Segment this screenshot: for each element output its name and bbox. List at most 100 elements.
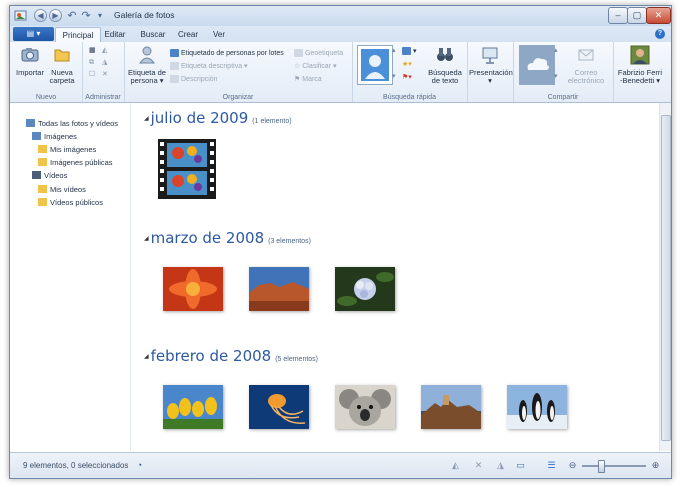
date-filter-button[interactable]: ▾: [402, 47, 417, 57]
select-all-icon[interactable]: ▦: [89, 46, 96, 56]
people-tag-label-2: persona ▾: [130, 76, 164, 85]
slideshow-icon: [482, 47, 498, 64]
folder-icon: [38, 145, 47, 153]
nav-item-public-images[interactable]: Imágenes públicas: [38, 157, 113, 168]
rate-button[interactable]: ☆ Clasificar ▾: [294, 62, 336, 72]
email-button[interactable]: Correo electrónico: [563, 45, 609, 85]
rating-filter-button[interactable]: ★▾: [402, 60, 412, 70]
thumbnail-photo[interactable]: [335, 267, 395, 311]
tab-principal[interactable]: Principal: [55, 27, 101, 43]
user-account-button[interactable]: Fabrizio Ferri -Benedetti ▾: [613, 45, 667, 85]
group-count: (5 elementos): [275, 356, 318, 363]
tab-ver[interactable]: Ver: [209, 27, 229, 42]
collapse-icon[interactable]: ◢: [144, 236, 149, 242]
people-tag-button[interactable]: Etiqueta de persona ▾: [127, 45, 167, 85]
nav-item-my-images[interactable]: Mis imágenes: [38, 144, 96, 155]
gallery-scroll-up-icon[interactable]: ▴: [392, 46, 396, 56]
collapse-icon[interactable]: ◢: [144, 354, 149, 360]
star-icon: ☆: [294, 63, 301, 70]
rotate-left-status-icon[interactable]: ◭: [450, 460, 461, 471]
group-label-nuevo: Nuevo: [35, 94, 57, 101]
collapse-icon[interactable]: ◢: [144, 116, 149, 122]
description-button[interactable]: Descripción: [170, 75, 218, 85]
thumbnail-photo[interactable]: [421, 385, 481, 429]
group-header[interactable]: ◢ marzo de 2008 (3 elementos): [144, 229, 311, 248]
tab-crear[interactable]: Crear: [175, 27, 201, 42]
text-search-button[interactable]: Búsqueda de texto: [425, 45, 465, 85]
copy-icon[interactable]: ⧉: [89, 58, 94, 68]
zoom-slider-thumb[interactable]: [598, 460, 605, 473]
delete-status-icon[interactable]: ✕: [473, 460, 484, 471]
geotag-button[interactable]: Geoetiqueta: [294, 49, 343, 59]
thumbnail-photo[interactable]: [335, 385, 395, 429]
undo-icon[interactable]: ↶: [65, 9, 79, 23]
status-text: 9 elementos, 0 seleccionados: [23, 461, 129, 470]
thumbnail-video[interactable]: [158, 139, 216, 199]
share-gallery[interactable]: [519, 45, 555, 85]
app-icon[interactable]: [14, 9, 27, 22]
ribbon-group-organizar: Etiqueta de persona ▾ Etiquetado de pers…: [124, 42, 353, 102]
cloud-icon: [527, 58, 549, 70]
calendar-icon: [402, 47, 411, 56]
thumbnail-photo[interactable]: [507, 385, 567, 429]
share-expand-icon[interactable]: ▾: [554, 72, 558, 82]
delete-icon[interactable]: ✕: [102, 70, 108, 80]
redo-icon[interactable]: ↷: [79, 9, 93, 23]
nav-item-public-videos[interactable]: Vídeos públicos: [38, 197, 103, 208]
share-scroll-up-icon[interactable]: ▴: [554, 46, 558, 56]
flag-button[interactable]: ⚑ Marca: [294, 75, 322, 85]
pictures-icon: [32, 132, 41, 140]
people-filter-gallery[interactable]: [357, 45, 393, 85]
minimize-button[interactable]: –: [608, 7, 628, 24]
descriptive-tag-button[interactable]: Etiqueta descriptiva ▾: [170, 62, 248, 72]
slideshow-status-icon[interactable]: ▭: [515, 460, 526, 471]
group-header[interactable]: ◢ julio de 2009 (1 elemento): [144, 109, 292, 128]
zoom-slider[interactable]: [582, 460, 646, 473]
folder-icon: [54, 49, 70, 62]
rotate-left-icon[interactable]: ◭: [102, 46, 107, 56]
zoom-in-icon[interactable]: ⊕: [650, 460, 661, 471]
thumbnail-photo[interactable]: [163, 267, 223, 311]
nav-label: Imágenes: [44, 132, 77, 141]
thumbnail-photo[interactable]: [163, 385, 223, 429]
checkbox-icon[interactable]: ☐: [89, 70, 95, 80]
rate-label: Clasificar ▾: [302, 63, 337, 70]
new-folder-button[interactable]: Nueva carpeta: [47, 45, 77, 85]
quick-access-dropdown-icon[interactable]: ▾: [93, 9, 107, 23]
nav-item-all[interactable]: Todas las fotos y vídeos: [26, 118, 118, 129]
import-button[interactable]: Importar: [16, 45, 44, 77]
nav-item-images[interactable]: Imágenes: [32, 131, 77, 142]
geotag-icon: [294, 49, 303, 58]
window-title: Galería de fotos: [114, 10, 175, 20]
group-label-busqueda: Búsqueda rápida: [383, 94, 436, 101]
geotag-label: Geoetiqueta: [305, 50, 344, 57]
nav-item-my-videos[interactable]: Mis vídeos: [38, 184, 86, 195]
details-view-icon[interactable]: ☰: [546, 460, 557, 471]
clock-icon[interactable]: ◔: [134, 460, 145, 471]
zoom-out-icon[interactable]: ⊖: [567, 460, 578, 471]
maximize-button[interactable]: ▢: [627, 7, 647, 24]
gallery-expand-icon[interactable]: ▾: [392, 72, 396, 82]
back-icon[interactable]: ◀: [34, 9, 47, 22]
flag-filter-button[interactable]: ⚑▾: [402, 73, 412, 83]
batch-people-tag-button[interactable]: Etiquetado de personas por lotes: [170, 49, 284, 59]
scrollbar-thumb[interactable]: [661, 115, 671, 441]
tab-editar[interactable]: Editar: [102, 27, 128, 42]
nav-item-videos[interactable]: Vídeos: [32, 170, 67, 181]
description-icon: [170, 75, 179, 84]
rating-star-icon: ★: [402, 61, 409, 68]
rotate-right-status-icon[interactable]: ◮: [495, 460, 506, 471]
thumbnail-photo[interactable]: [249, 385, 309, 429]
forward-icon[interactable]: ▶: [49, 9, 62, 22]
rotate-right-icon[interactable]: ◮: [102, 58, 107, 68]
close-button[interactable]: ✕: [646, 7, 671, 24]
slideshow-button[interactable]: Presentación ▾: [469, 45, 513, 85]
file-menu-button[interactable]: ▤ ▾: [13, 27, 54, 41]
thumbnail-photo[interactable]: [249, 267, 309, 311]
flag-label: Marca: [302, 76, 322, 83]
group-header[interactable]: ◢ febrero de 2008 (5 elementos): [144, 347, 318, 366]
vertical-scrollbar[interactable]: [659, 103, 671, 451]
help-icon[interactable]: ?: [655, 29, 665, 39]
tab-buscar[interactable]: Buscar: [138, 27, 168, 42]
new-folder-label-2: carpeta: [49, 76, 75, 85]
